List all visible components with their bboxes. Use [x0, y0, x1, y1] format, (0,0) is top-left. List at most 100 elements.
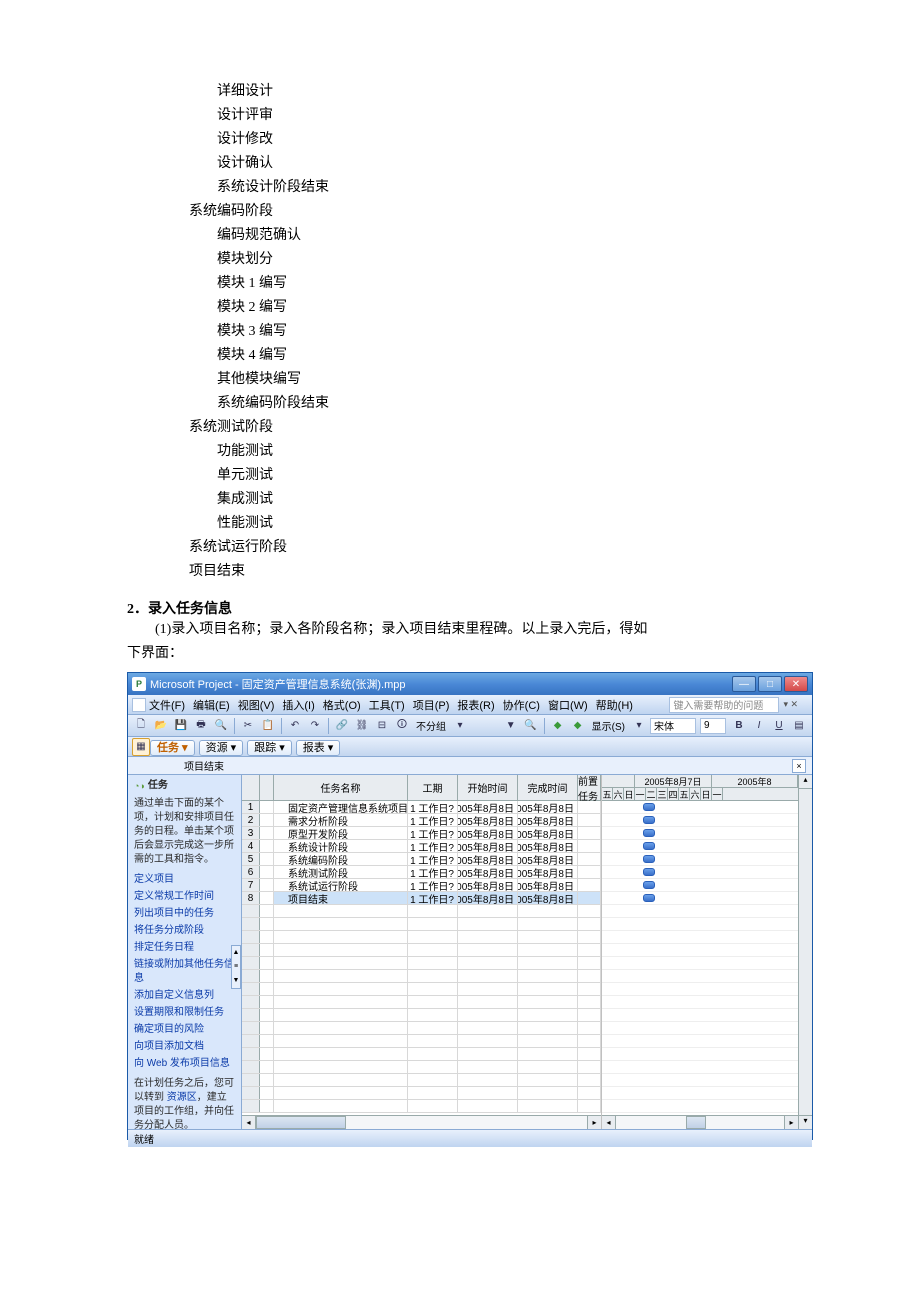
- nogroup-dropdown[interactable]: 不分组: [413, 718, 449, 733]
- table-row[interactable]: 3原型开发阶段1 工作日?2005年8月8日2005年8月8日: [242, 827, 601, 840]
- scroll-thumb[interactable]: [256, 1116, 346, 1129]
- filter-icon[interactable]: ▼: [502, 717, 520, 735]
- col-name[interactable]: 任务名称: [274, 775, 408, 800]
- gantt-row[interactable]: [602, 840, 798, 853]
- close-button[interactable]: ✕: [784, 676, 808, 692]
- gantt-row[interactable]: [602, 866, 798, 879]
- align-icon[interactable]: ▤: [790, 717, 808, 735]
- show-dropdown[interactable]: 显示(S): [589, 718, 628, 733]
- maximize-button[interactable]: □: [758, 676, 782, 692]
- underline-button[interactable]: U: [770, 717, 788, 735]
- menu-item[interactable]: 工具(T): [369, 697, 405, 713]
- table-row[interactable]: [242, 1087, 601, 1100]
- copy-icon[interactable]: 📋: [259, 717, 277, 735]
- table-row[interactable]: [242, 1061, 601, 1074]
- gantt-row[interactable]: [602, 879, 798, 892]
- help-search[interactable]: 键入需要帮助的问题: [669, 697, 779, 713]
- preview-icon[interactable]: 🔍: [212, 717, 230, 735]
- table-row[interactable]: 5系统编码阶段1 工作日?2005年8月8日2005年8月8日: [242, 853, 601, 866]
- titlebar[interactable]: P Microsoft Project - 固定资产管理信息系统(张渊).mpp…: [128, 673, 812, 695]
- guide-link[interactable]: 向 Web 发布项目信息: [134, 1057, 235, 1071]
- scroll-right-icon[interactable]: ▸: [784, 1116, 798, 1129]
- resource-link[interactable]: 资源区: [167, 1092, 197, 1103]
- table-row[interactable]: [242, 1035, 601, 1048]
- scroll-up-icon[interactable]: ▴: [799, 775, 812, 789]
- gantt-row[interactable]: [602, 996, 798, 1009]
- table-row[interactable]: [242, 1022, 601, 1035]
- scroll-down-icon[interactable]: ▾: [799, 1115, 812, 1129]
- scroll-left-icon[interactable]: ◂: [602, 1116, 616, 1129]
- gantt-row[interactable]: [602, 1087, 798, 1100]
- gantt-row[interactable]: [602, 853, 798, 866]
- save-icon[interactable]: 💾: [172, 717, 190, 735]
- gantt-row[interactable]: [602, 892, 798, 905]
- cut-icon[interactable]: ✂: [239, 717, 257, 735]
- menu-item[interactable]: 编辑(E): [193, 697, 230, 713]
- back-icon[interactable]: ◆: [549, 717, 567, 735]
- gantt-row[interactable]: [602, 1022, 798, 1035]
- menu-item[interactable]: 文件(F): [149, 697, 185, 713]
- guide-link[interactable]: 排定任务日程: [134, 941, 235, 955]
- link-icon[interactable]: 🔗: [333, 717, 351, 735]
- mdi-controls[interactable]: ▾ ✕: [783, 699, 798, 710]
- gantt-row[interactable]: [602, 905, 798, 918]
- guide-link[interactable]: 列出项目中的任务: [134, 907, 235, 921]
- gantt-row[interactable]: [602, 918, 798, 931]
- zoom-icon[interactable]: 🔍: [522, 717, 540, 735]
- gantt-row[interactable]: [602, 1009, 798, 1022]
- hscroll-right[interactable]: ◂ ▸: [602, 1115, 798, 1129]
- italic-button[interactable]: I: [750, 717, 768, 735]
- view-tab[interactable]: 跟踪 ▾: [247, 740, 292, 756]
- col-pred[interactable]: 前置任务: [578, 775, 601, 800]
- guide-link[interactable]: 将任务分成阶段: [134, 924, 235, 938]
- gantt-row[interactable]: [602, 801, 798, 814]
- gantt-row[interactable]: [602, 1100, 798, 1113]
- gantt-bar[interactable]: [643, 868, 655, 876]
- open-icon[interactable]: 📂: [152, 717, 170, 735]
- gantt-row[interactable]: [602, 1035, 798, 1048]
- print-icon[interactable]: 🖶: [192, 717, 210, 735]
- table-row[interactable]: [242, 983, 601, 996]
- minimize-button[interactable]: —: [732, 676, 756, 692]
- table-row[interactable]: 1固定资产管理信息系统项目 (张渊)1 工作日?2005年8月8日2005年8月…: [242, 801, 601, 814]
- view-tab[interactable]: 任务 ▾: [150, 740, 195, 756]
- menu-item[interactable]: 帮助(H): [596, 697, 633, 713]
- gantt-row[interactable]: [602, 970, 798, 983]
- menu-item[interactable]: 插入(I): [282, 697, 314, 713]
- guide-link[interactable]: 链接或附加其他任务信息: [134, 958, 235, 986]
- menu-item[interactable]: 协作(C): [503, 697, 540, 713]
- table-row[interactable]: [242, 905, 601, 918]
- gantt-row[interactable]: [602, 931, 798, 944]
- table-row[interactable]: [242, 918, 601, 931]
- table-row[interactable]: [242, 1009, 601, 1022]
- gantt-bar[interactable]: [643, 829, 655, 837]
- guide-link[interactable]: 确定项目的风险: [134, 1023, 235, 1037]
- gantt-row[interactable]: [602, 983, 798, 996]
- scroll-left-icon[interactable]: ◂: [242, 1116, 256, 1129]
- col-end[interactable]: 完成时间: [518, 775, 578, 800]
- close-pane-icon[interactable]: ×: [792, 759, 806, 773]
- hscroll-left[interactable]: ◂ ▸: [242, 1115, 601, 1129]
- table-body[interactable]: 1固定资产管理信息系统项目 (张渊)1 工作日?2005年8月8日2005年8月…: [242, 801, 601, 1115]
- gantt-row[interactable]: [602, 827, 798, 840]
- vscroll[interactable]: ▴ ▾: [798, 775, 812, 1129]
- gantt-row[interactable]: [602, 957, 798, 970]
- gantt-bar[interactable]: [643, 881, 655, 889]
- bold-button[interactable]: B: [730, 717, 748, 735]
- table-row[interactable]: 8项目结束1 工作日?2005年8月8日2005年8月8日: [242, 892, 601, 905]
- table-row[interactable]: [242, 957, 601, 970]
- table-row[interactable]: [242, 931, 601, 944]
- table-row[interactable]: [242, 1048, 601, 1061]
- scroll-thumb[interactable]: [686, 1116, 706, 1129]
- menu-item[interactable]: 报表(R): [457, 697, 494, 713]
- gantt-row[interactable]: [602, 1074, 798, 1087]
- table-row[interactable]: [242, 996, 601, 1009]
- table-row[interactable]: 7系统试运行阶段1 工作日?2005年8月8日2005年8月8日: [242, 879, 601, 892]
- gantt-bar[interactable]: [643, 842, 655, 850]
- col-start[interactable]: 开始时间: [458, 775, 518, 800]
- guide-link[interactable]: 设置期限和限制任务: [134, 1006, 235, 1020]
- guide-link[interactable]: 定义常规工作时间: [134, 890, 235, 904]
- gantt-bar[interactable]: [643, 803, 655, 811]
- gantt-row[interactable]: [602, 814, 798, 827]
- table-row[interactable]: [242, 1074, 601, 1087]
